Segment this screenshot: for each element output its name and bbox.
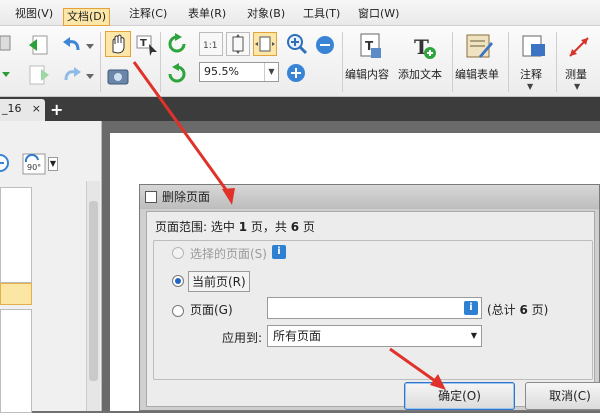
menu-tools[interactable]: 工具(T) bbox=[300, 5, 343, 23]
close-tab-icon[interactable]: × bbox=[32, 99, 41, 119]
dropdown-icon[interactable] bbox=[0, 64, 14, 85]
rotate-right-icon[interactable] bbox=[165, 62, 189, 89]
pages-label[interactable]: 页面(G) bbox=[190, 301, 233, 318]
document-tab[interactable]: _16 × bbox=[0, 99, 45, 121]
thumbnail-zoom-icon[interactable] bbox=[0, 152, 12, 174]
delete-pages-dialog: 删除页面 页面范围: 选中 1 页，共 6 页 选择的页面(S) i 当前页(R… bbox=[139, 184, 600, 411]
edit-icon[interactable] bbox=[0, 34, 14, 55]
annotate-label[interactable]: 注释 bbox=[520, 66, 542, 82]
dialog-title: 删除页面 bbox=[162, 190, 211, 204]
export-page-icon[interactable] bbox=[28, 64, 50, 89]
radio-pages[interactable] bbox=[172, 305, 184, 317]
tab-bar: _16 × + bbox=[0, 97, 600, 121]
redo-icon[interactable] bbox=[60, 64, 94, 89]
cancel-button[interactable]: 取消(C) bbox=[525, 382, 600, 410]
svg-text:T: T bbox=[140, 38, 147, 49]
annotate-dropdown-icon[interactable]: ▼ bbox=[527, 82, 533, 91]
radio-current-page[interactable] bbox=[172, 275, 184, 287]
edit-form-icon[interactable] bbox=[465, 32, 493, 65]
zoom-value: 95.5% bbox=[204, 65, 239, 78]
total-pages-label: (总计 6 页) bbox=[487, 303, 549, 317]
chevron-down-icon[interactable]: ▼ bbox=[264, 63, 278, 81]
menu-object[interactable]: 对象(B) bbox=[244, 5, 288, 23]
svg-text:90°: 90° bbox=[27, 163, 41, 172]
new-tab-button[interactable]: + bbox=[50, 100, 63, 119]
fit-width-icon[interactable] bbox=[253, 32, 277, 56]
info-icon[interactable]: i bbox=[464, 301, 478, 315]
snapshot-icon[interactable] bbox=[106, 64, 130, 89]
page-thumbnail[interactable] bbox=[0, 309, 32, 413]
page-thumbnail[interactable] bbox=[0, 187, 32, 283]
current-page-label[interactable]: 当前页(R) bbox=[188, 271, 250, 292]
menu-form[interactable]: 表单(R) bbox=[185, 5, 229, 23]
add-text-icon[interactable]: T bbox=[410, 32, 438, 65]
radio-selected-pages bbox=[172, 247, 184, 259]
chevron-down-icon[interactable]: ▼ bbox=[471, 326, 477, 346]
thumbnail-rotate-icon[interactable]: 90° bbox=[20, 152, 48, 175]
zoom-in-icon[interactable] bbox=[285, 32, 309, 59]
select-text-icon[interactable]: T bbox=[135, 34, 159, 59]
tab-label: _16 bbox=[2, 102, 22, 115]
edit-form-label[interactable]: 编辑表单 bbox=[455, 66, 499, 82]
toolbar: T 1:1 95.5% ▼ T 编辑内容 T 添加文本 编辑表单 注释 ▼ 测量… bbox=[0, 26, 600, 97]
import-page-icon[interactable] bbox=[28, 34, 50, 59]
thumbnail-pane: 90° ▼ bbox=[0, 121, 102, 413]
dialog-body: 页面范围: 选中 1 页，共 6 页 选择的页面(S) i 当前页(R) 页面(… bbox=[146, 211, 600, 410]
window-icon bbox=[145, 191, 157, 203]
page-thumbnail-selected[interactable] bbox=[0, 283, 32, 305]
ok-button[interactable]: 确定(O) bbox=[404, 382, 515, 410]
menu-window[interactable]: 窗口(W) bbox=[355, 5, 402, 23]
page-range-group: 选择的页面(S) i 当前页(R) 页面(G) i (总计 6 页) 应用到: … bbox=[153, 240, 593, 380]
menu-bar: 视图(V) 文档(D) 注释(C) 表单(R) 对象(B) 工具(T) 窗口(W… bbox=[0, 0, 600, 26]
fit-page-icon[interactable] bbox=[226, 32, 250, 56]
menu-view[interactable]: 视图(V) bbox=[12, 5, 56, 23]
measure-dropdown-icon[interactable]: ▼ bbox=[574, 82, 580, 91]
undo-icon[interactable] bbox=[60, 34, 94, 59]
edit-content-label[interactable]: 编辑内容 bbox=[345, 66, 389, 82]
hand-tool-icon[interactable] bbox=[105, 31, 131, 57]
rotate-dropdown-icon[interactable]: ▼ bbox=[48, 157, 58, 171]
measure-icon[interactable] bbox=[566, 32, 594, 65]
rotate-left-icon[interactable] bbox=[165, 32, 189, 59]
add-text-label[interactable]: 添加文本 bbox=[398, 66, 442, 82]
apply-to-select[interactable]: 所有页面 ▼ bbox=[267, 325, 482, 347]
info-icon[interactable]: i bbox=[272, 245, 286, 259]
apply-to-label: 应用到: bbox=[222, 331, 263, 345]
zoom-select[interactable]: 95.5% ▼ bbox=[199, 62, 279, 82]
edit-content-icon[interactable]: T bbox=[357, 32, 385, 65]
actual-size-icon[interactable]: 1:1 bbox=[199, 32, 223, 56]
menu-document[interactable]: 文档(D) bbox=[63, 8, 111, 26]
dialog-title-bar: 删除页面 bbox=[140, 185, 599, 209]
menu-comment[interactable]: 注释(C) bbox=[126, 5, 170, 23]
pages-input[interactable]: i bbox=[267, 297, 482, 319]
measure-label[interactable]: 测量 bbox=[565, 66, 587, 82]
thumbnail-scrollbar[interactable] bbox=[86, 181, 100, 411]
svg-text:1:1: 1:1 bbox=[203, 41, 217, 51]
zoom-out-icon[interactable] bbox=[314, 34, 336, 59]
selected-pages-label: 选择的页面(S) bbox=[190, 247, 267, 261]
page-range-summary: 页面范围: 选中 1 页，共 6 页 bbox=[155, 220, 315, 234]
annotate-icon[interactable] bbox=[519, 32, 547, 65]
